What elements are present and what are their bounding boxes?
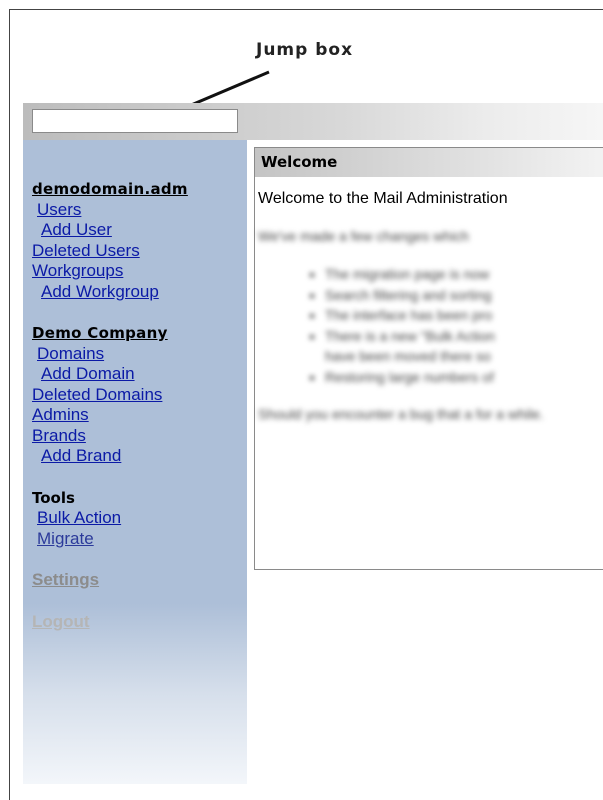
welcome-intro-text: Welcome to the Mail Administration [258,190,508,207]
sidebar-item-admins[interactable]: Admins [32,405,188,426]
list-item: Restoring large numbers of [325,367,603,388]
jump-box-input[interactable] [32,109,238,133]
jump-box-callout: Jump box [256,40,354,60]
sidebar-item-migrate[interactable]: Migrate [32,529,188,550]
sidebar-item-users[interactable]: Users [32,200,188,221]
sidebar-item-add-brand[interactable]: Add Brand [32,446,188,467]
sidebar-tools-heading: Tools [32,488,75,507]
sidebar-item-add-workgroup[interactable]: Add Workgroup [32,282,188,303]
sidebar-domain-heading[interactable]: demodomain.adm [32,179,188,200]
sidebar-company-heading[interactable]: Demo Company [32,323,188,344]
blurred-content: We've made a few changes which The migra… [255,228,603,423]
sidebar-item-bulk-action[interactable]: Bulk Action [32,508,188,529]
list-item: have been moved there so [325,348,491,364]
sidebar-item-add-user[interactable]: Add User [32,220,188,241]
sidebar-item-settings[interactable]: Settings [32,570,188,591]
sidebar-item-domains[interactable]: Domains [32,344,188,365]
sidebar-item-logout[interactable]: Logout [32,612,188,633]
blurred-intro: We've made a few changes which [258,228,469,244]
list-item: Search filtering and sorting [325,285,603,306]
welcome-panel-title: Welcome [255,148,603,177]
sidebar-item-deleted-domains[interactable]: Deleted Domains [32,385,188,406]
sidebar-item-deleted-users[interactable]: Deleted Users [32,241,188,262]
list-item: The migration page is now [325,264,603,285]
sidebar-item-workgroups[interactable]: Workgroups [32,261,188,282]
list-item: There is a new "Bulk Action [325,326,603,347]
change-list: The migration page is now Search filteri… [255,264,603,387]
sidebar-item-brands[interactable]: Brands [32,426,188,447]
sidebar-item-add-domain[interactable]: Add Domain [32,364,188,385]
welcome-panel: Welcome Welcome to the Mail Administrati… [254,147,603,570]
list-item: The interface has been pro [325,305,603,326]
sidebar-nav: demodomain.adm Users Add User Deleted Us… [32,179,188,632]
blurred-footer: Should you encounter a bug that a for a … [258,406,544,422]
